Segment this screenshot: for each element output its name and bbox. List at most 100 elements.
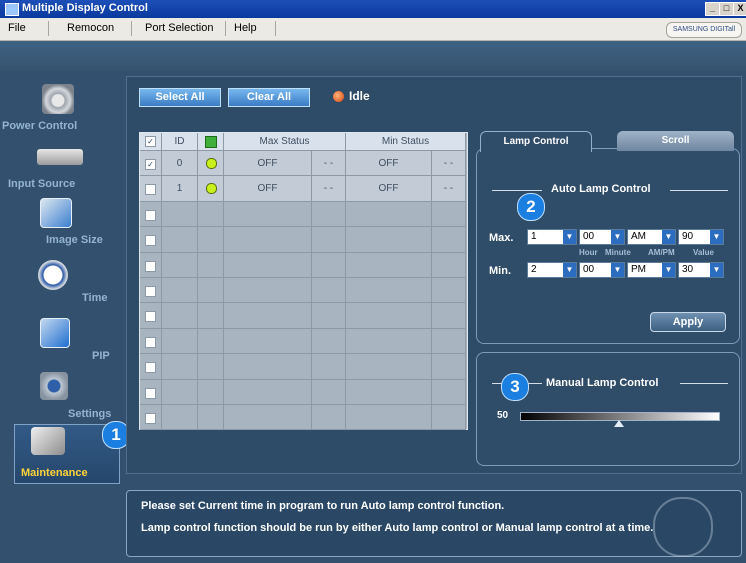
header-select-all-cell[interactable]: ✓ <box>140 133 162 151</box>
menu-port-selection[interactable]: Port Selection <box>145 22 213 34</box>
maintenance-icon <box>31 427 65 455</box>
row-max-status: OFF <box>224 176 312 202</box>
row-checkbox[interactable] <box>145 336 156 348</box>
divider <box>680 383 728 384</box>
row-min-status <box>346 405 432 431</box>
row-min-extra <box>432 328 466 355</box>
row-min-status <box>346 303 432 329</box>
row-select-cell <box>140 201 162 228</box>
chevron-down-icon: ▼ <box>563 263 576 277</box>
row-checkbox[interactable] <box>145 362 156 374</box>
row-min-extra: - - <box>432 176 466 202</box>
min-minute-select[interactable]: 00 ▼ <box>579 262 625 278</box>
min-hour-select[interactable]: 2 ▼ <box>527 262 577 278</box>
row-checkbox[interactable] <box>145 260 156 272</box>
row-min-status <box>346 354 432 380</box>
menu-file[interactable]: File <box>8 22 26 34</box>
row-min-extra <box>432 278 466 304</box>
nav-time[interactable]: Time <box>0 260 118 316</box>
row-power-cell <box>198 201 224 228</box>
nav-label: Image Size <box>46 234 103 246</box>
callout-badge-3: 3 <box>501 373 529 401</box>
max-value-select[interactable]: 90 ▼ <box>678 229 724 245</box>
row-checkbox[interactable] <box>145 286 156 297</box>
row-checkbox[interactable] <box>145 387 156 399</box>
select-value: 90 <box>682 231 694 242</box>
tab-lamp-control[interactable]: Lamp Control <box>480 131 592 152</box>
clear-all-button[interactable]: Clear All <box>228 88 310 107</box>
row-min-extra <box>432 354 466 380</box>
samsung-logo: SAMSUNG DIGITall <box>666 22 742 38</box>
close-button[interactable]: X <box>733 2 746 16</box>
menu-separator <box>48 21 49 36</box>
tab-scroll[interactable]: Scroll <box>617 131 734 151</box>
select-value: 2 <box>531 264 537 275</box>
nav-settings[interactable]: Settings <box>0 372 118 428</box>
row-power-cell <box>198 405 224 431</box>
power-icon <box>42 84 74 114</box>
title-bar: Multiple Display Control _ □ X <box>0 0 746 18</box>
row-id-cell <box>162 405 198 431</box>
row-power-cell <box>198 278 224 304</box>
row-power-cell <box>198 354 224 380</box>
menu-help[interactable]: Help <box>234 22 257 34</box>
clock-icon <box>38 260 68 290</box>
row-checkbox[interactable]: ✓ <box>145 159 156 170</box>
menu-remocon[interactable]: Remocon <box>67 22 114 34</box>
row-id-cell <box>162 328 198 355</box>
chevron-down-icon: ▼ <box>662 263 675 277</box>
row-id-cell <box>162 278 198 304</box>
row-select-cell <box>140 379 162 405</box>
row-min-status <box>346 278 432 304</box>
header-band <box>0 41 746 71</box>
max-hour-select[interactable]: 1 ▼ <box>527 229 577 245</box>
max-minute-select[interactable]: 00 ▼ <box>579 229 625 245</box>
row-max-status <box>224 303 312 329</box>
manual-lamp-title: Manual Lamp Control <box>546 377 659 389</box>
row-checkbox[interactable] <box>145 235 156 247</box>
info-icon <box>653 497 713 557</box>
menu-separator <box>131 21 132 36</box>
maximize-button[interactable]: □ <box>719 2 734 16</box>
min-ampm-select[interactable]: PM ▼ <box>627 262 676 278</box>
header-min-status: Min Status <box>346 133 466 151</box>
value-label: Value <box>693 248 714 257</box>
row-id-cell <box>162 379 198 405</box>
row-power-cell <box>198 151 224 177</box>
nav-pip[interactable]: PIP <box>0 318 118 374</box>
row-id-cell <box>162 354 198 380</box>
row-max-status <box>224 328 312 355</box>
row-checkbox[interactable] <box>145 311 156 323</box>
row-select-cell <box>140 176 162 202</box>
row-min-extra <box>432 379 466 405</box>
min-value-select[interactable]: 30 ▼ <box>678 262 724 278</box>
row-min-extra <box>432 252 466 278</box>
row-id-cell <box>162 303 198 329</box>
row-min-extra <box>432 405 466 431</box>
minimize-button[interactable]: _ <box>705 2 720 16</box>
row-power-cell <box>198 379 224 405</box>
row-select-cell <box>140 328 162 355</box>
nav-image-size[interactable]: Image Size <box>0 198 118 254</box>
row-min-extra: - - <box>432 151 466 177</box>
nav-input-source[interactable]: Input Source <box>0 144 118 200</box>
apply-button[interactable]: Apply <box>650 312 726 332</box>
row-max-status <box>224 278 312 304</box>
row-select-cell <box>140 354 162 380</box>
row-max-extra <box>312 303 346 329</box>
row-checkbox[interactable] <box>145 413 156 424</box>
row-checkbox[interactable] <box>145 184 156 196</box>
menu-separator <box>225 21 226 36</box>
row-checkbox[interactable] <box>145 209 156 221</box>
row-select-cell <box>140 405 162 431</box>
header-id: ID <box>162 133 198 151</box>
row-select-cell: ✓ <box>140 151 162 177</box>
select-value: 30 <box>682 264 694 275</box>
header-checkbox[interactable]: ✓ <box>145 136 156 147</box>
row-max-extra <box>312 201 346 228</box>
max-ampm-select[interactable]: AM ▼ <box>627 229 676 245</box>
nav-label: Maintenance <box>21 467 88 479</box>
nav-power-control[interactable]: Power Control <box>0 84 118 140</box>
select-all-button[interactable]: Select All <box>139 88 221 107</box>
slider-thumb[interactable] <box>614 420 624 427</box>
